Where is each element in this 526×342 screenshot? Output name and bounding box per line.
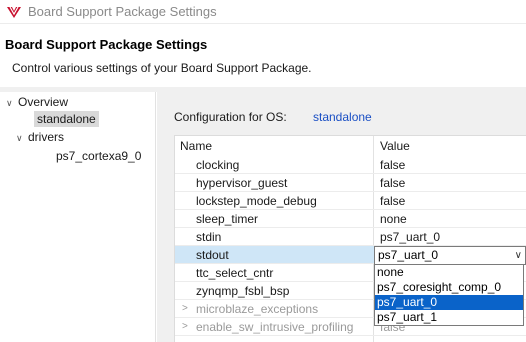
- dropdown-option-highlighted[interactable]: ps7_uart_0: [375, 295, 523, 310]
- row-name: sleep_timer: [196, 212, 259, 226]
- tree-label-ps7-cortexa9-0: ps7_cortexa9_0: [56, 149, 142, 163]
- row-name: enable_sw_intrusive_profiling: [196, 320, 354, 334]
- chevron-down-icon[interactable]: ∨: [6, 95, 18, 112]
- stdout-dropdown-list: none ps7_coresight_comp_0 ps7_uart_0 ps7…: [374, 264, 524, 326]
- row-value[interactable]: none: [380, 210, 407, 228]
- nav-tree: ∨ Overview standalone ∨ drivers ps7_cortex…: [0, 92, 156, 342]
- table-row[interactable]: clocking false: [175, 156, 526, 174]
- chevron-down-icon[interactable]: ∨: [515, 247, 522, 264]
- row-name: microblaze_exceptions: [196, 302, 319, 316]
- row-value[interactable]: false: [380, 192, 405, 210]
- row-name: ttc_select_cntr: [196, 266, 274, 280]
- tree-item-standalone[interactable]: standalone: [34, 111, 99, 128]
- dropdown-option[interactable]: none: [375, 265, 523, 280]
- combobox-value: ps7_uart_0: [378, 248, 439, 262]
- splitter[interactable]: [157, 92, 167, 342]
- dropdown-option[interactable]: ps7_coresight_comp_0: [375, 280, 523, 295]
- chevron-right-icon[interactable]: >: [182, 300, 188, 318]
- row-value[interactable]: false: [380, 156, 405, 174]
- page-title: Board Support Package Settings: [5, 37, 208, 52]
- page-header: Board Support Package Settings Control v…: [0, 25, 526, 87]
- row-name: hypervisor_guest: [196, 176, 288, 190]
- chevron-down-icon[interactable]: ∨: [16, 130, 28, 147]
- dropdown-option[interactable]: ps7_uart_1: [375, 310, 523, 325]
- column-header-name[interactable]: Name: [180, 136, 212, 156]
- row-name: lockstep_mode_debug: [196, 194, 317, 208]
- row-name: stdout: [196, 248, 229, 262]
- chevron-right-icon[interactable]: >: [182, 318, 188, 336]
- tree-item-drivers[interactable]: ∨ drivers: [16, 129, 64, 146]
- tree-item-ps7-cortexa9-0[interactable]: ps7_cortexa9_0: [56, 148, 141, 165]
- tree-item-overview[interactable]: ∨ Overview: [6, 94, 68, 111]
- window-title: Board Support Package Settings: [28, 4, 217, 19]
- config-os-value: standalone: [313, 110, 372, 124]
- row-name: stdin: [196, 230, 222, 244]
- tree-label-standalone: standalone: [34, 111, 99, 127]
- page-description: Control various settings of your Board S…: [12, 61, 312, 75]
- table-row[interactable]: hypervisor_guest false: [175, 174, 526, 192]
- config-os-label: Configuration for OS:: [174, 110, 287, 124]
- table-row[interactable]: stdin ps7_uart_0: [175, 228, 526, 246]
- row-value[interactable]: ps7_uart_0: [380, 228, 440, 246]
- row-value[interactable]: false: [380, 174, 405, 192]
- row-name: zynqmp_fsbl_bsp: [196, 284, 290, 298]
- tree-label-overview: Overview: [18, 95, 69, 109]
- table-row[interactable]: sleep_timer none: [175, 210, 526, 228]
- stdout-combobox[interactable]: ps7_uart_0 ∨: [374, 246, 526, 265]
- table-row[interactable]: lockstep_mode_debug false: [175, 192, 526, 210]
- column-header-value[interactable]: Value: [380, 136, 410, 156]
- app-logo-icon: [7, 6, 21, 18]
- tree-label-drivers: drivers: [28, 130, 65, 144]
- row-name: clocking: [196, 158, 240, 172]
- title-bar: Board Support Package Settings: [0, 0, 526, 24]
